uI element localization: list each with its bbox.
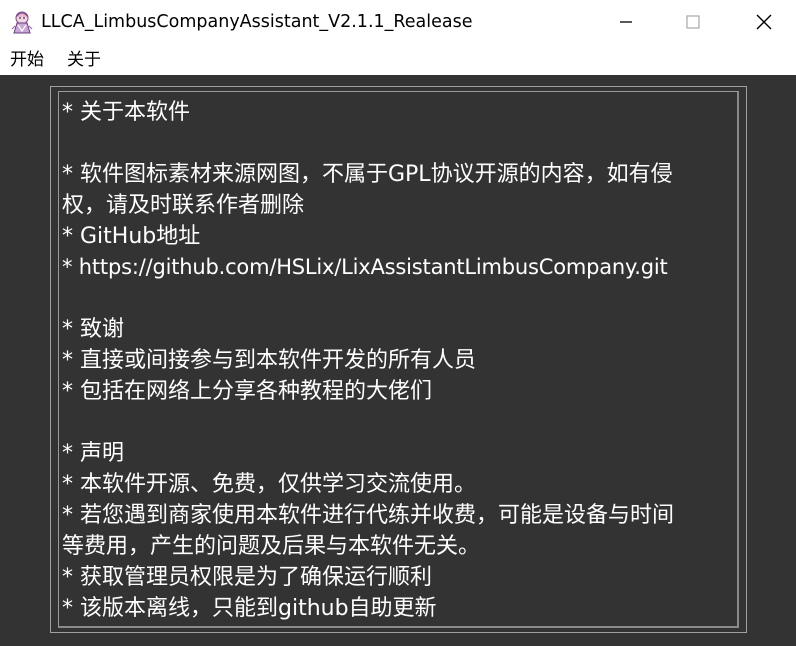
window-title: LLCA_LimbusCompanyAssistant_V2.1.1_Reale… xyxy=(41,12,473,32)
about-line: * 关于本软件 xyxy=(62,100,190,125)
menu-bar: 开始 关于 xyxy=(0,44,796,75)
menu-about[interactable]: 关于 xyxy=(67,48,101,72)
about-line: 权，请及时联系作者删除 xyxy=(62,193,305,218)
about-line: 等费用，产生的问题及后果与本软件无关。 xyxy=(62,534,481,559)
about-line: * 本软件开源、免费，仅供学习交流使用。 xyxy=(62,472,476,497)
close-button[interactable] xyxy=(741,0,787,44)
close-icon xyxy=(756,14,772,30)
about-line xyxy=(62,407,737,438)
about-panel: * 关于本软件 * 软件图标素材来源网图，不属于GPL协议开源的内容，如有侵 权… xyxy=(50,86,747,633)
about-line xyxy=(62,283,737,314)
maximize-button[interactable] xyxy=(670,0,716,44)
about-line: * 该版本离线，只能到github自助更新 xyxy=(62,596,437,621)
about-line xyxy=(62,128,737,159)
minimize-button[interactable] xyxy=(603,0,649,44)
title-bar[interactable]: LLCA_LimbusCompanyAssistant_V2.1.1_Reale… xyxy=(0,0,796,44)
minimize-icon xyxy=(620,21,632,23)
about-line github-url: * https://github.com/HSLix/LixAssistantL… xyxy=(62,255,668,279)
about-text: * 关于本软件 * 软件图标素材来源网图，不属于GPL协议开源的内容，如有侵 权… xyxy=(62,97,737,624)
maximize-icon xyxy=(686,15,700,29)
about-line: * 声明 xyxy=(62,441,124,466)
about-line: * GitHub地址 xyxy=(62,224,201,249)
menu-start[interactable]: 开始 xyxy=(10,48,44,72)
about-line: * 直接或间接参与到本软件开发的所有人员 xyxy=(62,348,476,373)
about-text-box[interactable]: * 关于本软件 * 软件图标素材来源网图，不属于GPL协议开源的内容，如有侵 权… xyxy=(58,91,739,628)
app-window: LLCA_LimbusCompanyAssistant_V2.1.1_Reale… xyxy=(0,0,796,646)
about-line: * 若您遇到商家使用本软件进行代练并收费，可能是设备与时间 xyxy=(62,503,674,528)
app-icon xyxy=(9,9,35,35)
about-line: * 包括在网络上分享各种教程的大佬们 xyxy=(62,379,432,404)
about-line: * 获取管理员权限是为了确保运行顺利 xyxy=(62,565,432,590)
about-line: * 致谢 xyxy=(62,317,124,342)
about-line: * 软件图标素材来源网图，不属于GPL协议开源的内容，如有侵 xyxy=(62,162,673,187)
